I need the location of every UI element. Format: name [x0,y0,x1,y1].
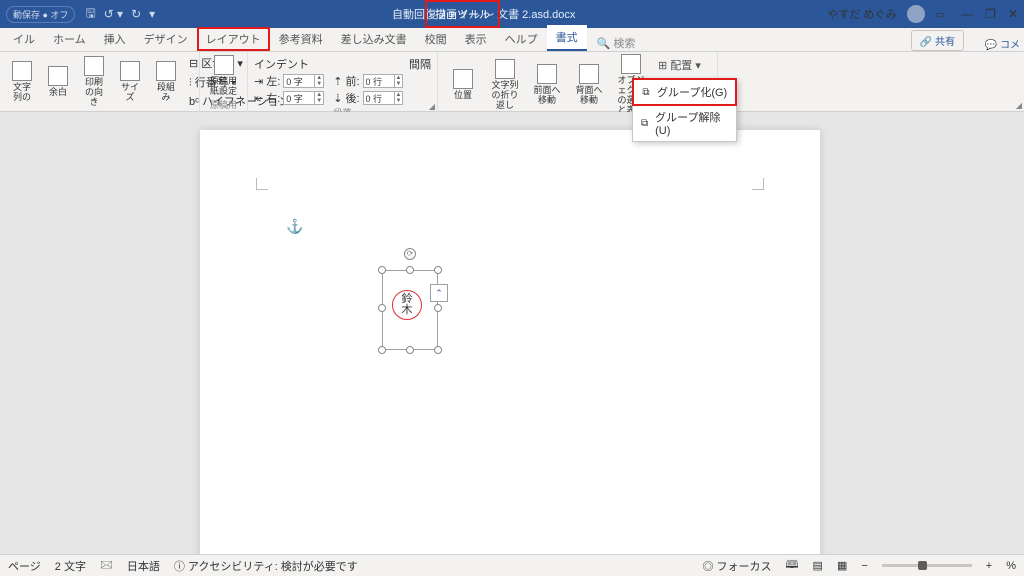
space-before-input[interactable]: ▲▼ [363,74,404,88]
tab-design[interactable]: デザイン [135,27,197,51]
columns-button[interactable]: 段組み [150,54,182,110]
word-count[interactable]: 2 文字 [55,558,86,574]
accessibility-status[interactable]: ⓘ アクセシビリティ: 検討が必要です [174,558,358,574]
titlebar: 動保存 ● オフ 🖫 ↺ ▾ ↻ ▾ 自動回復ファイル ～ 文書 2.asd.d… [0,0,1024,28]
tab-home[interactable]: ホーム [44,27,95,51]
redo-icon[interactable]: ↻ [131,7,141,21]
qat-more-icon[interactable]: ▾ [149,7,155,21]
ribbon-display-icon[interactable]: ▭ [935,8,945,21]
resize-handle[interactable] [406,266,414,274]
tab-layout[interactable]: レイアウト [197,27,270,51]
autosave-toggle[interactable]: 動保存 ● オフ [6,6,75,23]
group-icon: ⧉ [640,86,652,98]
resize-handle[interactable] [378,266,386,274]
page-count[interactable]: ページ [8,558,41,574]
document-area[interactable]: ⚓ ⟳ 鈴木 ⌃ [0,112,1024,554]
resize-handle[interactable] [434,304,442,312]
stamp-shape[interactable]: 鈴木 [392,290,422,320]
accessibility-icon: ⓘ [174,561,185,573]
avatar[interactable] [907,5,925,23]
wrap-text-button[interactable]: 文字列の折り返し [486,54,524,116]
indent-left-input[interactable]: ▲▼ [283,74,324,88]
align-button[interactable]: ⊞ 配置 ▾ [654,56,736,74]
drawing-tools-tab[interactable]: 描画ツール [425,0,500,28]
tab-help[interactable]: ヘルプ [496,27,547,51]
language-icon[interactable]: 🖂 [100,556,113,575]
undo-icon[interactable]: ↺ ▾ [104,7,123,21]
focus-mode-button[interactable]: ◎ フォーカス [702,558,771,574]
view-print-icon[interactable]: ▤ [813,559,823,572]
zoom-in-icon[interactable]: + [986,560,992,572]
bring-forward-button[interactable]: 前面へ移動 [528,54,566,116]
tab-format[interactable]: 書式 [547,25,587,51]
ungroup-menuitem[interactable]: ⧉グループ解除(U) [633,105,736,141]
share-button[interactable]: 🔗 共有 [911,30,964,51]
indent-right-input[interactable]: ▲▼ [283,91,324,105]
tab-view[interactable]: 表示 [456,27,496,51]
resize-handle[interactable] [434,346,442,354]
resize-handle[interactable] [406,346,414,354]
user-name[interactable]: やすだ めぐみ [827,6,896,22]
send-backward-button[interactable]: 背面へ移動 [570,54,608,116]
zoom-slider[interactable] [882,564,972,567]
orientation-button[interactable]: 印刷の向き [78,54,110,110]
language-status[interactable]: 日本語 [127,558,160,574]
margins-button[interactable]: 余白 [42,54,74,110]
tab-references[interactable]: 参考資料 [270,27,332,51]
position-button[interactable]: 位置 [444,54,482,116]
resize-handle[interactable] [378,304,386,312]
group-paragraph: インデント間隔 ⇥左: ▲▼ ⇡前: ▲▼ ⇤右: ▲▼ ⇣後: ▲▼ 段落 ◢ [248,52,438,112]
anchor-icon: ⚓ [286,218,303,235]
tab-mailings[interactable]: 差し込み文書 [332,27,416,51]
resize-handle[interactable] [434,266,442,274]
group-menuitem[interactable]: ⧉グループ化(G) [632,78,737,106]
tab-insert[interactable]: 挿入 [95,27,135,51]
rotate-handle-icon[interactable]: ⟳ [404,248,416,260]
focus-icon: ◎ [702,561,713,573]
zoom-level[interactable]: % [1006,560,1016,572]
zoom-out-icon[interactable]: − [861,560,867,572]
page[interactable]: ⚓ ⟳ 鈴木 ⌃ [200,130,820,554]
group-page-setup: 文字列の 余白 印刷の向き サイズ 段組み ⊟ 区切り ▾ ⫶ 行番号 ▾ bᶜ… [0,52,200,112]
genkou-button[interactable]: 原稿用紙設定 [206,54,241,98]
dialog-launcher-icon[interactable]: ◢ [1016,101,1022,110]
quick-access-toolbar: 🖫 ↺ ▾ ↻ ▾ [85,4,155,25]
margin-corner-icon [752,178,764,190]
maximize-icon[interactable]: ❐ [985,7,996,21]
dialog-launcher-icon[interactable]: ◢ [429,102,435,111]
view-read-icon[interactable]: 🕮 [786,556,799,575]
resize-handle[interactable] [378,346,386,354]
tab-file[interactable]: イル [4,27,44,51]
search-box[interactable]: 🔍 検索 [597,35,636,51]
save-icon[interactable]: 🖫 [85,4,95,25]
statusbar: ページ 2 文字 🖂 日本語 ⓘ アクセシビリティ: 検討が必要です ◎ フォー… [0,554,1024,576]
ribbon: 文字列の 余白 印刷の向き サイズ 段組み ⊟ 区切り ▾ ⫶ 行番号 ▾ bᶜ… [0,52,1024,112]
close-icon[interactable]: ✕ [1008,7,1018,21]
size-button[interactable]: サイズ [114,54,146,110]
ribbon-tabs: イル ホーム 挿入 デザイン レイアウト 参考資料 差し込み文書 校閲 表示 ヘ… [0,28,1024,52]
group-genkou: 原稿用紙設定 原稿用紙 [200,52,248,112]
minimize-icon[interactable]: — [961,7,973,21]
margin-corner-icon [256,178,268,190]
space-after-input[interactable]: ▲▼ [363,91,404,105]
ungroup-icon: ⧉ [639,117,650,129]
text-direction-button[interactable]: 文字列の [6,54,38,110]
view-web-icon[interactable]: ▦ [837,559,847,572]
layout-options-icon[interactable]: ⌃ [430,284,448,302]
comment-button[interactable]: 💬 コメ [985,36,1020,51]
group-dropdown: ⧉グループ化(G) ⧉グループ解除(U) [632,78,737,142]
tab-review[interactable]: 校閲 [416,27,456,51]
selected-shapes[interactable]: ⟳ 鈴木 ⌃ [374,258,446,358]
